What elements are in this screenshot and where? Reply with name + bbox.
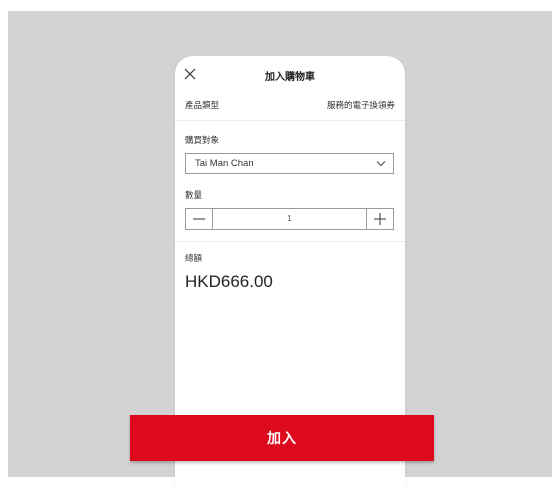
backdrop: 加入購物車 產品類型 服務的電子換領券 購買對象 Tai Man Chan 數量 bbox=[8, 11, 552, 488]
product-type-value: 服務的電子換領券 bbox=[326, 100, 395, 110]
minus-icon bbox=[193, 218, 205, 220]
decrement-button[interactable] bbox=[186, 209, 213, 229]
product-type-row: 產品類型 服務的電子換領券 bbox=[185, 99, 395, 113]
add-to-cart-button[interactable]: 加入 bbox=[130, 415, 434, 461]
divider bbox=[175, 120, 405, 121]
plus-icon bbox=[374, 213, 386, 225]
recipient-selected-value: Tai Man Chan bbox=[195, 158, 254, 169]
recipient-select[interactable]: Tai Man Chan bbox=[185, 153, 394, 174]
total-label: 總額 bbox=[185, 253, 203, 263]
increment-button[interactable] bbox=[366, 209, 393, 229]
chevron-down-icon bbox=[376, 161, 386, 167]
sheet-header: 加入購物車 bbox=[175, 56, 405, 94]
divider bbox=[175, 241, 405, 242]
quantity-label: 數量 bbox=[185, 190, 203, 200]
recipient-label: 購買對象 bbox=[185, 135, 220, 145]
page-title: 加入購物車 bbox=[265, 72, 315, 83]
quantity-input[interactable] bbox=[212, 209, 367, 229]
total-value: HKD666.00 bbox=[185, 272, 273, 291]
product-type-label: 產品類型 bbox=[185, 100, 220, 110]
quantity-stepper bbox=[185, 208, 394, 230]
